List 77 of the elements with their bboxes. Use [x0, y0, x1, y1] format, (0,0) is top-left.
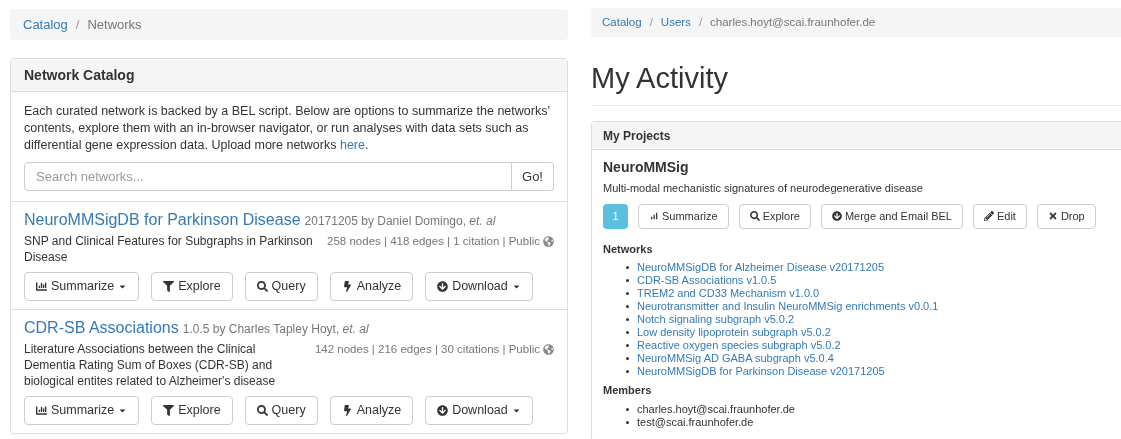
action-button[interactable]: Query: [244, 396, 318, 425]
bullet-icon: [626, 331, 629, 334]
action-button[interactable]: Explore: [151, 396, 233, 425]
breadcrumb-current: Networks: [87, 15, 142, 34]
breadcrumb-link[interactable]: Catalog: [602, 13, 642, 32]
network-stats: 142 nodes | 216 edges | 30 citations | Public: [314, 342, 540, 357]
search-field[interactable]: Search networks...: [24, 162, 513, 191]
bullet-icon: [626, 305, 629, 308]
action-button[interactable]: Query: [244, 272, 318, 301]
go-button[interactable]: Go!: [512, 162, 554, 191]
bar-chart-icon: [36, 281, 47, 292]
panel-title: Network Catalog: [24, 65, 135, 85]
caret-icon: [511, 282, 521, 291]
bullet-icon: [626, 344, 629, 347]
filter-icon: [163, 281, 175, 292]
download-icon: [437, 281, 449, 292]
search-icon: [749, 211, 760, 221]
caret-icon: [118, 406, 128, 415]
lightning-icon: [341, 281, 353, 292]
bullet-icon: [626, 279, 629, 282]
bullet-icon: [626, 420, 629, 424]
breadcrumb-separator: /: [74, 15, 81, 34]
member-email: charles.hoyt@scai.fraunhofer.de: [637, 401, 795, 417]
bullet-icon: [626, 292, 629, 295]
network-title-link[interactable]: CDR-SB Associations: [24, 316, 179, 340]
filter-icon: [163, 405, 175, 416]
network-description: Literature Associations between the Clinical Dementia Rating Sum of Boxes (CDR-SB) and biological entites related to Alzheimer's disease: [24, 341, 277, 389]
project-action-button[interactable]: Merge and Email BEL: [820, 203, 963, 229]
project-action-button[interactable]: Explore: [738, 203, 811, 229]
search-icon: [256, 281, 268, 292]
network-stats: 258 nodes | 418 edges | 1 citation | Public: [327, 234, 540, 249]
download-icon: [437, 405, 449, 416]
lightning-icon: [341, 405, 353, 416]
page-heading: My Activity: [591, 61, 729, 95]
intro-paragraph: Each curated network is backed by a BEL script. Below are options to summarize the networks' contents, explore them with an in-browser navigator, or run analyses with data sets such as differential gene expression data. Upload more networks here.: [24, 103, 551, 154]
member-email: test@scai.fraunhofer.de: [637, 415, 754, 430]
breadcrumb-link[interactable]: Catalog: [23, 14, 68, 35]
pencil-icon: [983, 211, 994, 221]
network-title-link[interactable]: NeuroMMSigDB for Parkinson Disease: [24, 208, 301, 232]
bullet-icon: [626, 370, 629, 373]
panel-title: My Projects: [603, 127, 671, 145]
globe-icon: [543, 344, 554, 356]
breadcrumb-link[interactable]: Users: [660, 13, 691, 32]
action-button[interactable]: Analyze: [329, 396, 414, 425]
count-badge: 1: [603, 203, 628, 229]
project-action-button[interactable]: Drop: [1036, 203, 1096, 229]
project-description: Multi-modal mechanistic signatures of neurodegenerative disease: [603, 181, 924, 196]
dropdown-button[interactable]: Summarize: [24, 272, 140, 301]
action-button[interactable]: Explore: [151, 272, 233, 301]
download-icon: [831, 211, 842, 221]
caret-icon: [511, 406, 521, 415]
members-heading: Members: [603, 383, 653, 398]
breadcrumb-current: charles.hoyt@scai.fraunhofer.de: [710, 14, 876, 30]
bullet-icon: [626, 407, 629, 411]
dropdown-button[interactable]: Summarize: [24, 396, 140, 425]
project-action-button[interactable]: Edit: [972, 203, 1027, 229]
network-description: SNP and Clinical Features for Subgraphs in Parkinson Disease: [24, 233, 314, 265]
caret-icon: [118, 282, 128, 291]
here-link[interactable]: here: [339, 138, 365, 152]
networks-heading: Networks: [603, 241, 654, 257]
dropdown-button[interactable]: Download: [425, 396, 533, 425]
bullet-icon: [626, 318, 629, 321]
globe-icon: [543, 236, 554, 248]
search-icon: [256, 405, 268, 416]
close-icon: [1047, 211, 1058, 221]
breadcrumb-separator: /: [648, 14, 654, 30]
bar-chart-icon: [36, 405, 47, 416]
signal-bars-icon: [649, 211, 659, 221]
network-byline: 1.0.5 by Charles Tapley Hoyt, et. al: [182, 321, 369, 338]
bullet-icon: [626, 357, 629, 360]
dropdown-button[interactable]: Download: [425, 272, 533, 301]
bullet-icon: [626, 266, 629, 269]
network-byline: 20171205 by Daniel Domingo, et. al: [304, 213, 496, 230]
breadcrumb-separator: /: [697, 14, 704, 30]
project-action-button[interactable]: Summarize: [638, 203, 729, 229]
project-name: NeuroMMSig: [603, 158, 690, 177]
action-button[interactable]: Analyze: [329, 272, 414, 301]
